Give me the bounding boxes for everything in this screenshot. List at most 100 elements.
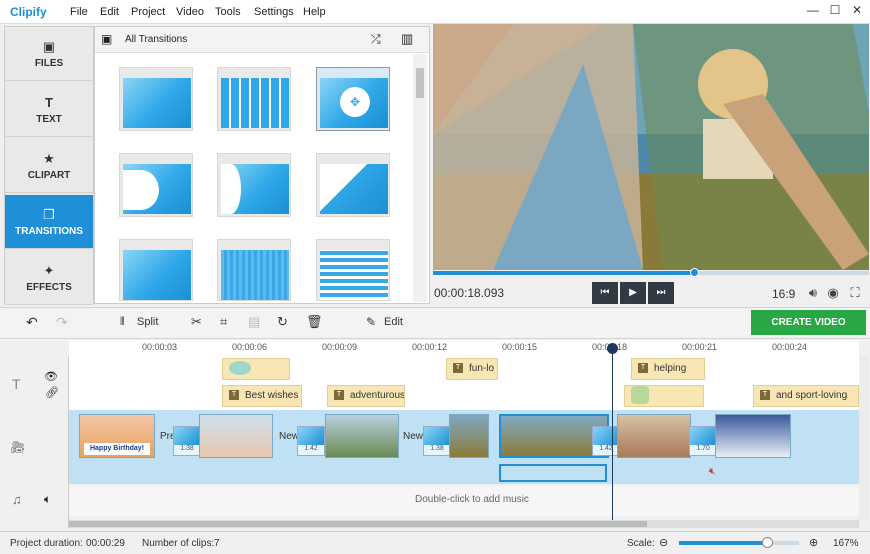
- clipart-caption[interactable]: [222, 358, 290, 380]
- scissors-icon[interactable]: ✂: [191, 314, 202, 330]
- film-icon: ▣: [101, 32, 113, 46]
- text-track[interactable]: T Best wishes Tadventurous Tfun-lo Thelpi…: [69, 356, 859, 410]
- transition-thumbnail[interactable]: [316, 239, 390, 301]
- video-clip-birthday[interactable]: Happy Birthday!: [79, 414, 155, 458]
- camera-icon[interactable]: ◉: [825, 285, 841, 301]
- tab-transitions[interactable]: ❐ TRANSITIONS: [5, 195, 93, 249]
- menu-project[interactable]: Project: [131, 6, 165, 18]
- edit-button[interactable]: Edit: [384, 316, 403, 328]
- transition-thumbnail[interactable]: [217, 239, 291, 301]
- music-note-icon: ♫: [12, 492, 22, 507]
- video-clip-baby[interactable]: [199, 414, 273, 458]
- menu-settings[interactable]: Settings: [254, 6, 294, 18]
- timeline-scroll-thumb[interactable]: [69, 521, 647, 527]
- clipart-caption[interactable]: [624, 385, 704, 407]
- clip-audio-track[interactable]: 🔇︎: [69, 462, 859, 484]
- transition-marker[interactable]: 1.70: [689, 426, 717, 456]
- seek-handle[interactable]: [690, 268, 699, 277]
- menu-video[interactable]: Video: [176, 6, 204, 18]
- tab-text[interactable]: T TEXT: [5, 83, 93, 137]
- caption-clip[interactable]: Thelping: [631, 358, 705, 380]
- maximize-icon[interactable]: ☐: [825, 3, 845, 21]
- scale-value: 167%: [833, 538, 859, 549]
- video-track[interactable]: Happy Birthday! Pre 1.38 New 1.42 New 1.…: [69, 410, 859, 462]
- transition-thumbnail[interactable]: [119, 153, 193, 217]
- video-clip-beach[interactable]: [449, 414, 489, 458]
- video-camera-icon: 🎥︎: [10, 440, 26, 454]
- rotate-icon[interactable]: ↻: [277, 314, 288, 330]
- transition-thumbnail-selected[interactable]: ✥: [316, 67, 390, 131]
- video-clip-children[interactable]: [617, 414, 691, 458]
- playhead[interactable]: [612, 345, 613, 520]
- music-track[interactable]: Double-click to add music: [69, 486, 859, 516]
- menu-file[interactable]: File: [70, 6, 88, 18]
- close-icon[interactable]: ✕: [847, 3, 867, 21]
- timeline-vertical-scrollbar[interactable]: [859, 356, 869, 520]
- caption-clip[interactable]: T Best wishes: [222, 385, 302, 407]
- menu-tools[interactable]: Tools: [215, 6, 241, 18]
- trash-icon[interactable]: 🗑︎: [306, 314, 323, 330]
- transition-marker[interactable]: 1.42: [592, 426, 620, 456]
- shuffle-icon[interactable]: ⤮: [371, 32, 381, 47]
- zoom-out-icon[interactable]: ⊖: [659, 536, 668, 549]
- selected-audio-segment[interactable]: [499, 464, 607, 482]
- pencil-icon[interactable]: ✎: [366, 315, 376, 329]
- ruler-tick: 00:00:21: [682, 342, 718, 352]
- video-preview[interactable]: [433, 24, 869, 270]
- track-headers: T 👁︎ 🔗︎ 🎥︎ ♫ 🔈︎: [0, 356, 69, 528]
- menu-help[interactable]: Help: [303, 6, 326, 18]
- speaker-icon[interactable]: 🔈︎: [44, 492, 51, 507]
- fullscreen-icon[interactable]: ⛶: [847, 285, 863, 301]
- split-button[interactable]: Split: [137, 316, 158, 328]
- link-icon[interactable]: 🔗︎: [45, 386, 59, 399]
- transition-thumbnail[interactable]: [119, 239, 193, 301]
- transitions-title: All Transitions: [125, 34, 188, 45]
- next-frame-button[interactable]: ⏭: [648, 282, 674, 304]
- tab-label: EFFECTS: [26, 282, 72, 293]
- caption-clip[interactable]: Tand sport-loving: [753, 385, 859, 407]
- transition-marker[interactable]: 1.38: [423, 426, 451, 456]
- clip-label: New: [403, 431, 424, 442]
- split-icon[interactable]: ⫴: [120, 316, 125, 329]
- transition-marker[interactable]: 1.42: [297, 426, 325, 456]
- ruler-tick: 00:00:12: [412, 342, 448, 352]
- caption-clip[interactable]: Tadventurous: [327, 385, 405, 407]
- volume-icon[interactable]: 🔊︎: [805, 285, 821, 301]
- zoom-in-icon[interactable]: ⊕: [809, 536, 818, 549]
- undo-icon[interactable]: ↶: [26, 314, 38, 331]
- minimize-icon[interactable]: —: [803, 3, 823, 21]
- menu-edit[interactable]: Edit: [100, 6, 119, 18]
- create-video-button[interactable]: CREATE VIDEO: [751, 310, 866, 335]
- play-button[interactable]: ▶: [620, 282, 646, 304]
- caption-clip[interactable]: Tfun-lo: [446, 358, 498, 380]
- crop-icon[interactable]: ⌗: [220, 314, 227, 330]
- transition-marker[interactable]: 1.38: [173, 426, 201, 456]
- clip-label: New: [279, 431, 300, 442]
- filmstrip-view-icon[interactable]: ▥: [401, 31, 413, 47]
- transition-thumbnail[interactable]: [119, 67, 193, 131]
- tab-label: CLIPART: [27, 170, 71, 181]
- ruler-tick: 00:00:09: [322, 342, 358, 352]
- transition-thumbnail[interactable]: [316, 153, 390, 217]
- tab-clipart[interactable]: ★ CLIPART: [5, 139, 93, 193]
- redo-icon[interactable]: ↷: [56, 314, 68, 331]
- tab-effects[interactable]: ✦ EFFECTS: [5, 251, 93, 305]
- eye-icon[interactable]: 👁︎: [44, 370, 58, 383]
- transitions-scrollbar[interactable]: [413, 54, 427, 302]
- music-hint: Double-click to add music: [415, 494, 529, 505]
- tab-files[interactable]: ▣ FILES: [5, 27, 93, 81]
- transition-thumbnail[interactable]: [217, 153, 291, 217]
- mute-icon[interactable]: 🔇︎: [709, 466, 715, 477]
- caption-text: Best wishes: [245, 390, 299, 401]
- title-bar: Clipify File Edit Project Video Tools Se…: [0, 0, 870, 24]
- aspect-ratio[interactable]: 16:9: [772, 287, 795, 301]
- timeline-ruler[interactable]: 00:00:03 00:00:06 00:00:09 00:00:12 00:0…: [69, 340, 859, 356]
- filmstrip-icon[interactable]: ▤: [248, 314, 260, 330]
- video-clip-snow[interactable]: [715, 414, 791, 458]
- sidebar: ▣ FILES T TEXT ★ CLIPART ❐ TRANSITIONS ✦…: [4, 26, 94, 305]
- transitions-panel: ▣ All Transitions ⤮ ▥ ✥: [94, 26, 430, 304]
- scale-slider-handle[interactable]: [762, 537, 773, 548]
- previous-frame-button[interactable]: ⏮: [592, 282, 618, 304]
- transition-thumbnail[interactable]: [217, 67, 291, 131]
- video-clip-field[interactable]: [325, 414, 399, 458]
